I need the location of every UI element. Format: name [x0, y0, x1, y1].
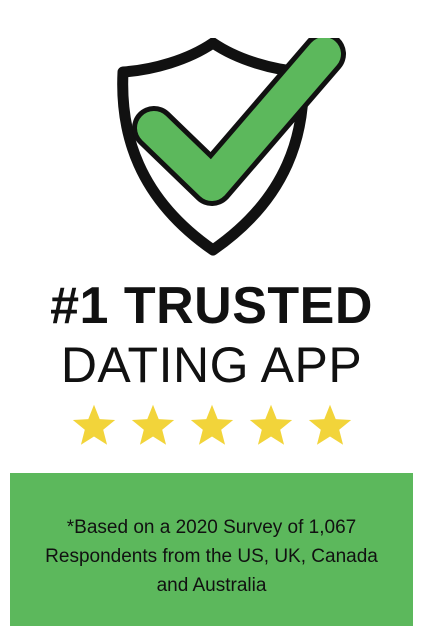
star-icon — [308, 404, 351, 445]
survey-footnote-text: *Based on a 2020 Survey of 1,067 Respond… — [45, 517, 378, 596]
survey-footnote-box: *Based on a 2020 Survey of 1,067 Respond… — [10, 473, 413, 626]
shield-check-icon — [117, 38, 346, 256]
headline-category: DATING APP — [60, 337, 363, 393]
star-icon — [249, 404, 292, 445]
star-icon — [190, 404, 233, 445]
star-icon — [131, 404, 174, 445]
trusted-app-badge: #1 TRUSTED DATING APP *Based on a 2020 S… — [0, 0, 423, 635]
star-rating — [0, 402, 423, 462]
headline-rank: #1 TRUSTED — [50, 277, 373, 335]
star-icon — [72, 404, 115, 445]
